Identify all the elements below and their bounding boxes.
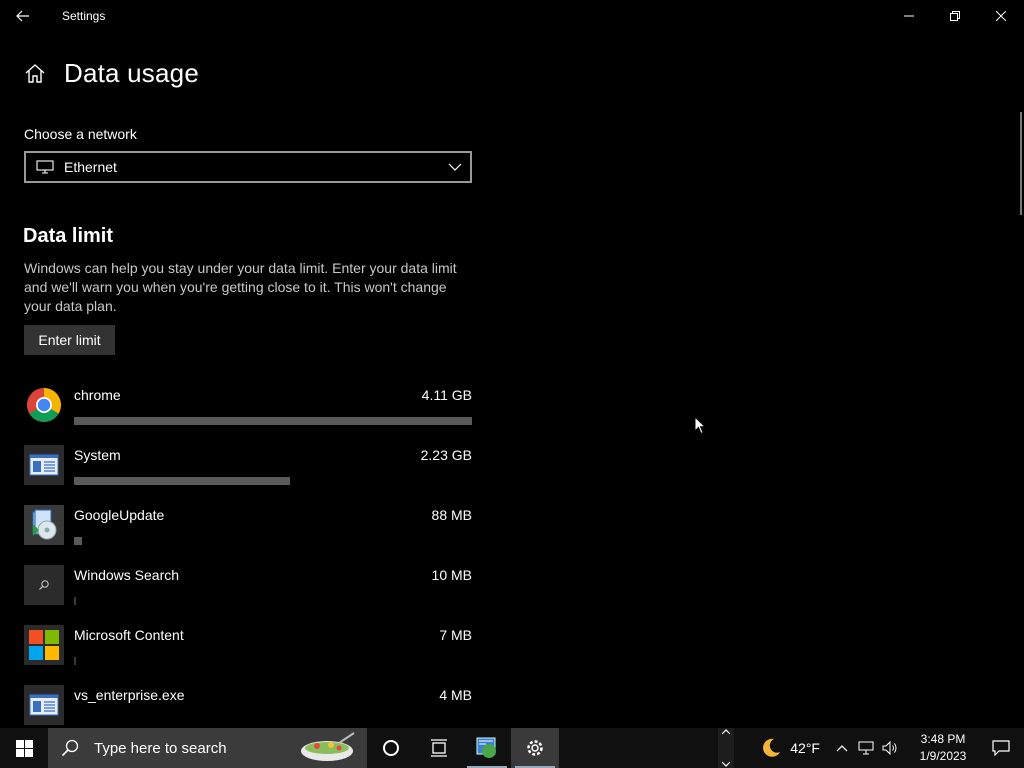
minimize-button[interactable] xyxy=(886,0,932,32)
mouse-cursor-icon xyxy=(694,416,706,435)
list-item: chrome 4.11 GB xyxy=(24,385,472,445)
app-usage-list: chrome 4.11 GB System 2.23 GB GoogleUpda… xyxy=(24,385,472,745)
taskbar-app-settings[interactable] xyxy=(511,728,559,768)
clock[interactable]: 3:48 PM 1/9/2023 xyxy=(908,731,978,765)
app-name: GoogleUpdate xyxy=(74,507,165,523)
app-size: 4.11 GB xyxy=(421,387,472,403)
minimize-icon xyxy=(904,15,914,17)
usage-bar-track xyxy=(74,597,472,605)
usage-bar-track xyxy=(74,657,472,665)
usage-bar-track xyxy=(74,477,472,485)
usage-bar-track xyxy=(74,537,472,545)
network-selected-value: Ethernet xyxy=(64,159,117,175)
system-tray: 42°F 3:48 PM 1/9/2023 xyxy=(718,728,1024,768)
data-limit-description: Windows can help you stay under your dat… xyxy=(24,260,457,314)
start-button[interactable] xyxy=(0,728,48,768)
usage-bar xyxy=(74,477,291,485)
back-arrow-icon xyxy=(16,10,29,22)
chevron-down-icon xyxy=(721,761,731,767)
google-update-icon xyxy=(24,505,64,545)
gear-icon xyxy=(527,740,543,756)
cortana-circle-icon xyxy=(383,740,399,756)
app-size: 2.23 GB xyxy=(420,447,472,463)
ethernet-icon xyxy=(36,160,54,174)
speaker-icon xyxy=(882,741,897,755)
list-item: Microsoft Content 7 MB xyxy=(24,625,472,685)
app-name: Microsoft Content xyxy=(74,627,184,643)
search-highlight-bowl-icon xyxy=(301,732,355,761)
title-bar: Settings xyxy=(0,0,1024,32)
search-icon xyxy=(24,565,64,605)
close-button[interactable] xyxy=(978,0,1024,32)
usage-bar-track xyxy=(74,417,472,425)
home-icon[interactable] xyxy=(24,63,46,85)
app-name: chrome xyxy=(74,387,121,403)
volume-tray-button[interactable] xyxy=(878,728,902,768)
scrollbar[interactable] xyxy=(1020,112,1022,215)
restore-button[interactable] xyxy=(932,0,978,32)
moon-icon xyxy=(763,738,781,757)
weather-temperature: 42°F xyxy=(790,740,820,756)
task-view-icon xyxy=(431,739,447,757)
list-item: GoogleUpdate 88 MB xyxy=(24,505,472,565)
app-size: 10 MB xyxy=(431,567,472,583)
usage-bar xyxy=(74,417,472,425)
taskbar: Type here to search 42°F 3:48 PM 1/9/202… xyxy=(0,728,1024,768)
usage-bar xyxy=(74,537,82,545)
enter-limit-button[interactable]: Enter limit xyxy=(24,325,115,355)
taskbar-scroll-buttons[interactable] xyxy=(718,728,735,768)
close-icon xyxy=(996,11,1006,21)
chevron-up-icon xyxy=(836,745,848,752)
system-window-icon xyxy=(24,685,64,725)
restore-icon xyxy=(950,11,960,21)
windows-logo-icon xyxy=(15,739,33,757)
page-title: Data usage xyxy=(64,58,199,88)
chevron-up-icon xyxy=(721,729,731,735)
system-window-icon xyxy=(24,445,64,485)
usage-bar xyxy=(74,657,76,665)
chevron-down-icon xyxy=(448,163,462,171)
back-button[interactable] xyxy=(0,0,46,32)
app-size: 4 MB xyxy=(439,687,472,703)
window-controls xyxy=(886,0,1024,32)
network-tray-button[interactable] xyxy=(854,728,878,768)
clock-date: 1/9/2023 xyxy=(919,749,967,763)
network-app-icon xyxy=(476,737,496,758)
window-title: Settings xyxy=(62,9,106,23)
show-hidden-icons-button[interactable] xyxy=(830,728,854,768)
app-size: 88 MB xyxy=(431,507,472,523)
cortana-button[interactable] xyxy=(367,728,415,768)
task-view-button[interactable] xyxy=(415,728,463,768)
usage-bar xyxy=(74,597,76,605)
taskbar-app-network[interactable] xyxy=(463,728,511,768)
microsoft-logo-icon xyxy=(24,625,64,665)
list-item: Windows Search 10 MB xyxy=(24,565,472,625)
taskbar-search-box[interactable]: Type here to search xyxy=(48,728,367,768)
search-icon xyxy=(61,739,79,757)
page-header: Data usage xyxy=(24,58,199,89)
app-name: vs_enterprise.exe xyxy=(74,687,185,703)
clock-time: 3:48 PM xyxy=(920,732,966,746)
search-placeholder: Type here to search xyxy=(94,739,227,757)
app-size: 7 MB xyxy=(439,627,472,643)
notification-icon xyxy=(992,740,1010,756)
weather-widget[interactable]: 42°F xyxy=(760,737,820,759)
list-item: System 2.23 GB xyxy=(24,445,472,505)
app-name: Windows Search xyxy=(74,567,180,583)
network-label: Choose a network xyxy=(24,126,137,142)
chrome-icon xyxy=(24,385,64,425)
data-limit-heading: Data limit xyxy=(23,225,114,247)
ethernet-icon xyxy=(858,741,874,755)
app-name: System xyxy=(74,447,121,463)
network-dropdown[interactable]: Ethernet xyxy=(24,151,472,183)
action-center-button[interactable] xyxy=(978,728,1024,768)
